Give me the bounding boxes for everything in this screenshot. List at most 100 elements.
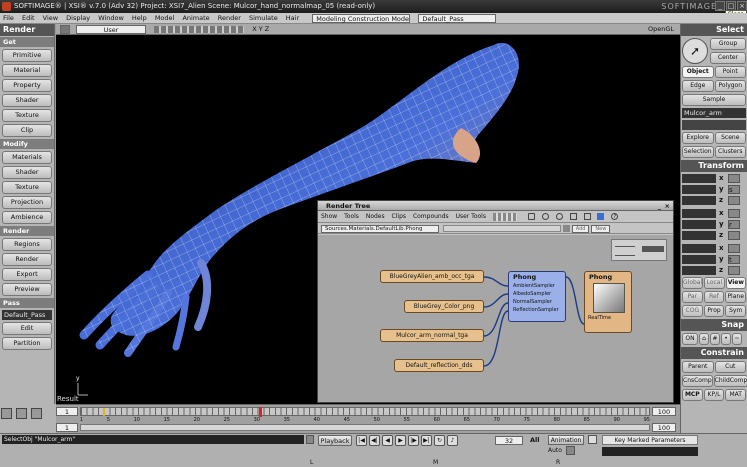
snap-on-button[interactable]: ON bbox=[682, 333, 698, 345]
menu-hair[interactable]: Hair bbox=[283, 14, 302, 22]
rotate-z-field[interactable] bbox=[682, 230, 716, 240]
rt-layout-icons[interactable] bbox=[492, 212, 517, 221]
add-button[interactable]: Add bbox=[571, 224, 590, 233]
rt-menu-user-tools[interactable]: User Tools bbox=[456, 213, 486, 220]
menu-animate[interactable]: Animate bbox=[179, 14, 212, 22]
texture-node-amb-occ[interactable]: BlueGreyAlien_amb_occ_tga bbox=[380, 270, 484, 283]
pass-dropdown[interactable]: Default_Pass bbox=[418, 13, 497, 23]
refresh-icon[interactable] bbox=[541, 213, 549, 220]
new-button[interactable]: New bbox=[591, 224, 611, 233]
rt-menu-nodes[interactable]: Nodes bbox=[366, 213, 385, 220]
material-button[interactable]: Material bbox=[2, 64, 52, 77]
prop-button[interactable]: Prop bbox=[703, 305, 725, 317]
render-button[interactable]: Render bbox=[2, 253, 52, 266]
parent-button[interactable]: Parent bbox=[682, 361, 714, 373]
port-ambient[interactable]: AmbientSampler bbox=[509, 282, 565, 290]
selection-button[interactable]: Selection bbox=[682, 146, 714, 158]
translate-z-field[interactable] bbox=[682, 265, 716, 275]
minimize-button[interactable]: _ bbox=[715, 1, 725, 11]
childcomp-button[interactable]: ChildComp bbox=[713, 375, 747, 387]
range-start-field[interactable]: 1 bbox=[56, 423, 78, 432]
menu-display[interactable]: Display bbox=[63, 14, 93, 22]
curve-icon[interactable] bbox=[16, 408, 28, 419]
marked-parameters-field[interactable] bbox=[602, 447, 698, 456]
pass-field[interactable]: Default_Pass bbox=[2, 310, 52, 320]
port-normal[interactable]: NormalSampler bbox=[509, 298, 565, 306]
dopesheet-icon[interactable] bbox=[31, 408, 43, 419]
snap-curve-icon[interactable]: ~ bbox=[732, 333, 742, 345]
texture-button[interactable]: Texture bbox=[2, 109, 52, 122]
axes-toggle[interactable]: X Y Z bbox=[252, 25, 269, 33]
script-editor-icon[interactable] bbox=[306, 435, 314, 444]
cut-button[interactable]: Cut bbox=[714, 361, 746, 373]
play-icon[interactable]: ▶ bbox=[395, 435, 406, 446]
rotate-x-toggle[interactable] bbox=[728, 208, 740, 218]
regions-button[interactable]: Regions bbox=[2, 238, 52, 251]
scale-toggle[interactable]: s bbox=[728, 184, 740, 194]
viewport-letter-icon[interactable] bbox=[60, 24, 70, 34]
snap-magnet-icon[interactable]: ⌂ bbox=[699, 333, 709, 345]
toolbar-header[interactable]: Render bbox=[0, 24, 54, 36]
translate-x-toggle[interactable] bbox=[728, 243, 740, 253]
translate-x-field[interactable] bbox=[682, 243, 716, 253]
render-tree-close-button[interactable]: × bbox=[665, 201, 670, 211]
rotate-x-field[interactable] bbox=[682, 208, 716, 218]
menu-model[interactable]: Model bbox=[152, 14, 178, 22]
sample-mode-button[interactable]: Sample bbox=[682, 94, 746, 106]
par-button[interactable]: Par bbox=[682, 291, 703, 303]
modify-texture-button[interactable]: Texture bbox=[2, 181, 52, 194]
shader-search-field[interactable] bbox=[442, 225, 561, 232]
primitive-button[interactable]: Primitive bbox=[2, 49, 52, 62]
port-reflection[interactable]: ReflectionSampler bbox=[509, 306, 565, 314]
polygon-mode-button[interactable]: Polygon bbox=[714, 80, 746, 92]
timeline-start-field[interactable]: 1 bbox=[56, 407, 78, 416]
auto-key-toggle[interactable]: Auto bbox=[548, 447, 562, 454]
edit-button[interactable]: Edit bbox=[2, 322, 52, 335]
clip-button[interactable]: Clip bbox=[2, 124, 52, 137]
menu-simulate[interactable]: Simulate bbox=[246, 14, 281, 22]
keyframe-icon[interactable] bbox=[1, 408, 12, 419]
ambience-button[interactable]: Ambience bbox=[2, 211, 52, 224]
rotate-toggle[interactable]: r bbox=[728, 219, 740, 229]
shader-browse-icon[interactable] bbox=[562, 225, 570, 232]
plane-button[interactable]: Plane bbox=[725, 291, 747, 303]
render-tree-canvas[interactable]: BlueGreyAlien_amb_occ_tga BlueGrey_Color… bbox=[318, 235, 673, 402]
camera-dropdown[interactable]: User bbox=[76, 24, 147, 34]
center-button[interactable]: Center bbox=[710, 52, 746, 64]
current-frame-field[interactable]: 32 bbox=[495, 436, 523, 445]
menu-render[interactable]: Render bbox=[215, 14, 244, 22]
rotate-y-field[interactable] bbox=[682, 219, 716, 229]
timeline-end-field[interactable]: 100 bbox=[652, 407, 676, 416]
snap-point-icon[interactable]: • bbox=[721, 333, 731, 345]
mcp-button[interactable]: MCP bbox=[682, 389, 703, 401]
scale-y-field[interactable] bbox=[682, 184, 716, 194]
menu-view[interactable]: View bbox=[40, 14, 61, 22]
menu-window[interactable]: Window bbox=[95, 14, 127, 22]
timeline[interactable]: 1 1 5 10 15 20 25 30 35 40 45 50 55 60 6… bbox=[56, 404, 680, 433]
sym-button[interactable]: Sym bbox=[725, 305, 747, 317]
loop-icon[interactable]: ↻ bbox=[434, 435, 445, 446]
port-realtime[interactable]: RealTime bbox=[585, 314, 631, 322]
translate-z-toggle[interactable] bbox=[728, 265, 740, 275]
preview-button[interactable]: Preview bbox=[2, 283, 52, 296]
snap-grid-icon[interactable]: # bbox=[710, 333, 720, 345]
property-button[interactable]: Property bbox=[2, 79, 52, 92]
range-end-field[interactable]: 100 bbox=[652, 423, 676, 432]
all-toggle[interactable]: All bbox=[530, 436, 540, 444]
object-mode-button[interactable]: Object bbox=[682, 66, 714, 78]
timeline-cursor[interactable] bbox=[259, 407, 262, 417]
first-frame-icon[interactable]: |◀ bbox=[356, 435, 367, 446]
frame-icon[interactable] bbox=[569, 213, 577, 220]
point-mode-button[interactable]: Point bbox=[714, 66, 746, 78]
explore-button[interactable]: Explore bbox=[682, 132, 714, 144]
navigate-icon[interactable] bbox=[597, 213, 605, 220]
scene-button[interactable]: Scene bbox=[714, 132, 746, 144]
ref-button[interactable]: Ref bbox=[703, 291, 725, 303]
texture-node-color[interactable]: BlueGrey_Color_png bbox=[404, 300, 484, 313]
viewport-visibility-icons[interactable] bbox=[154, 25, 245, 33]
edge-mode-button[interactable]: Edge bbox=[682, 80, 714, 92]
materials-button[interactable]: Materials bbox=[2, 151, 52, 164]
playback-button[interactable]: Playback bbox=[318, 435, 352, 446]
menu-file[interactable]: File bbox=[0, 14, 17, 22]
kpl-button[interactable]: KP/L bbox=[703, 389, 725, 401]
